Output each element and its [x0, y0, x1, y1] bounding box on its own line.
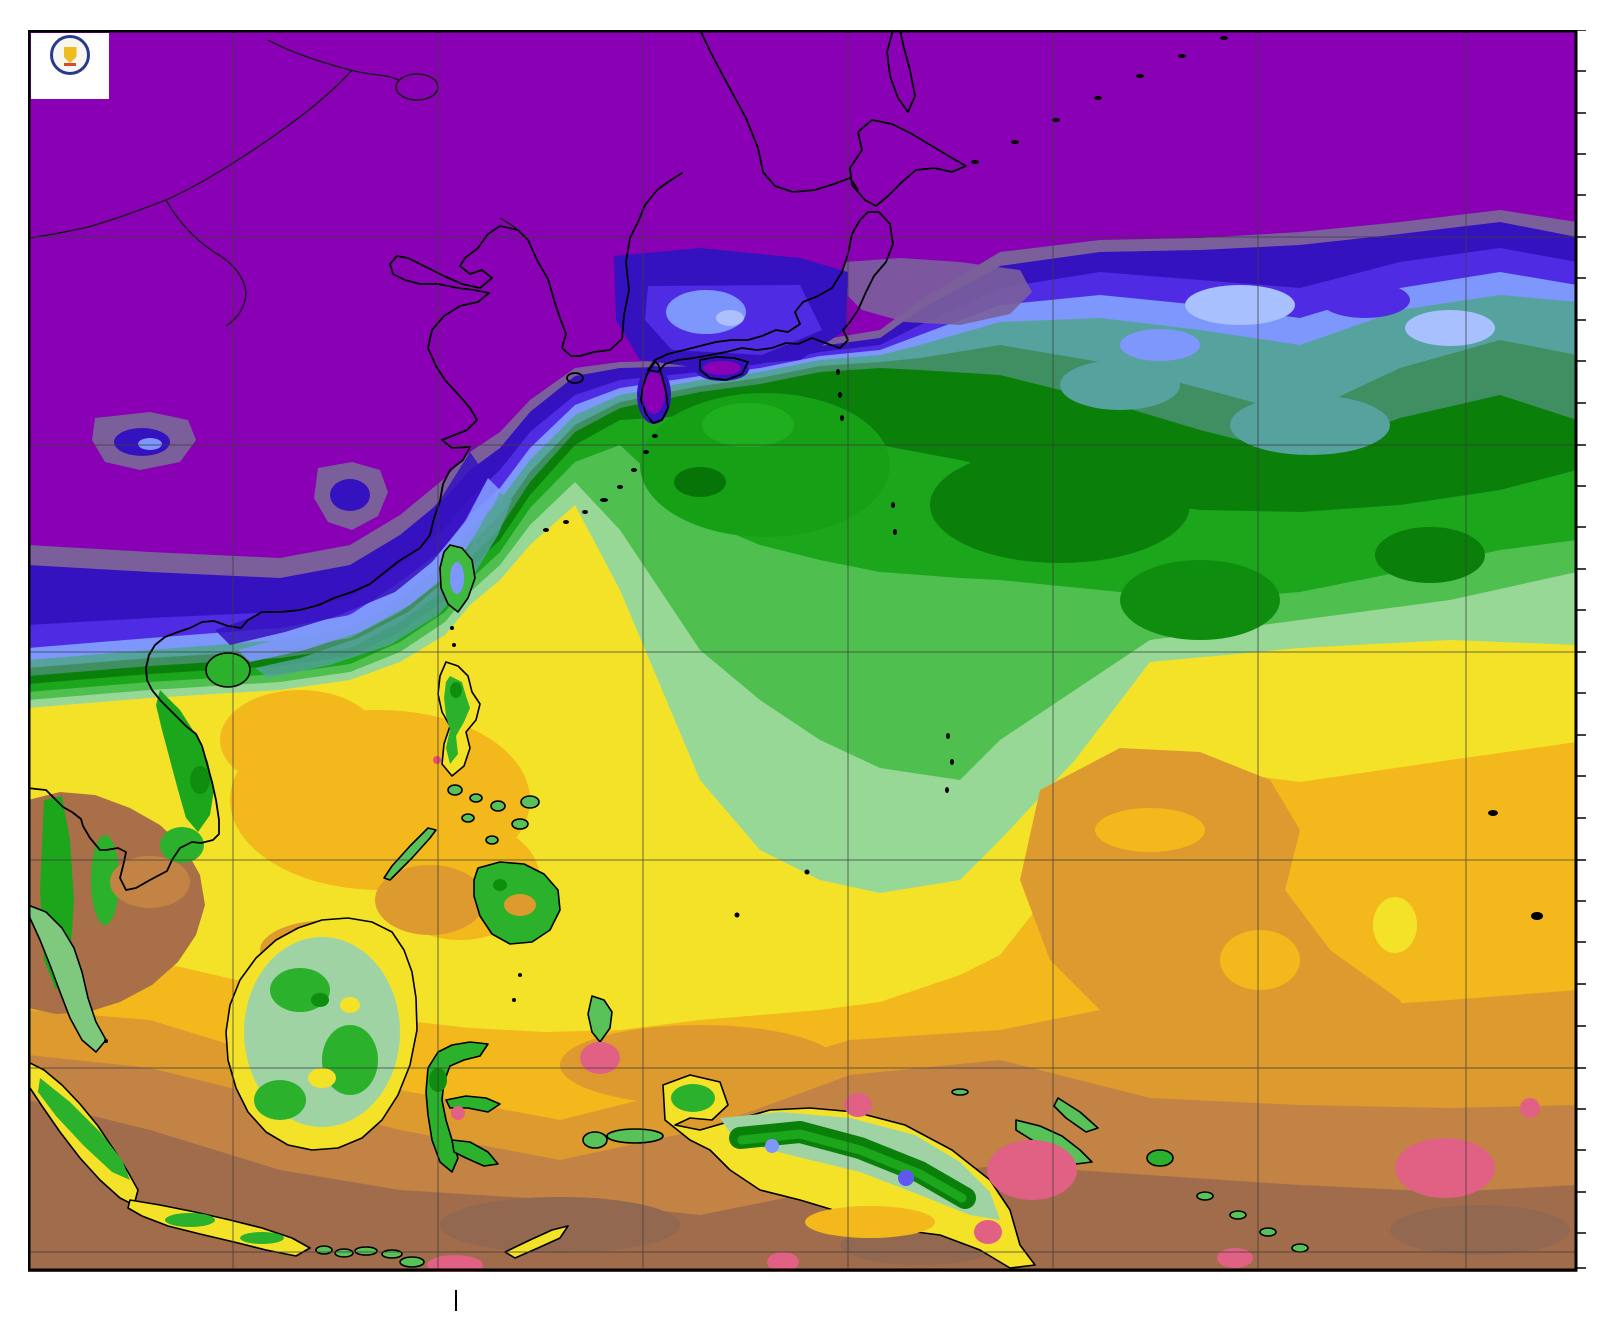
- nrl-seal-icon: [50, 35, 90, 75]
- weather-product-page: [0, 0, 1600, 1340]
- colorbar-ticks: [455, 1311, 1144, 1331]
- colorbar-cells: [455, 1290, 457, 1311]
- weather-map: [28, 30, 1592, 1272]
- colorbar: [455, 1290, 1144, 1334]
- wind-streamlines-canvas: [30, 32, 1575, 1269]
- lab-logo: [31, 33, 109, 99]
- lat-ticks: [1577, 30, 1586, 1268]
